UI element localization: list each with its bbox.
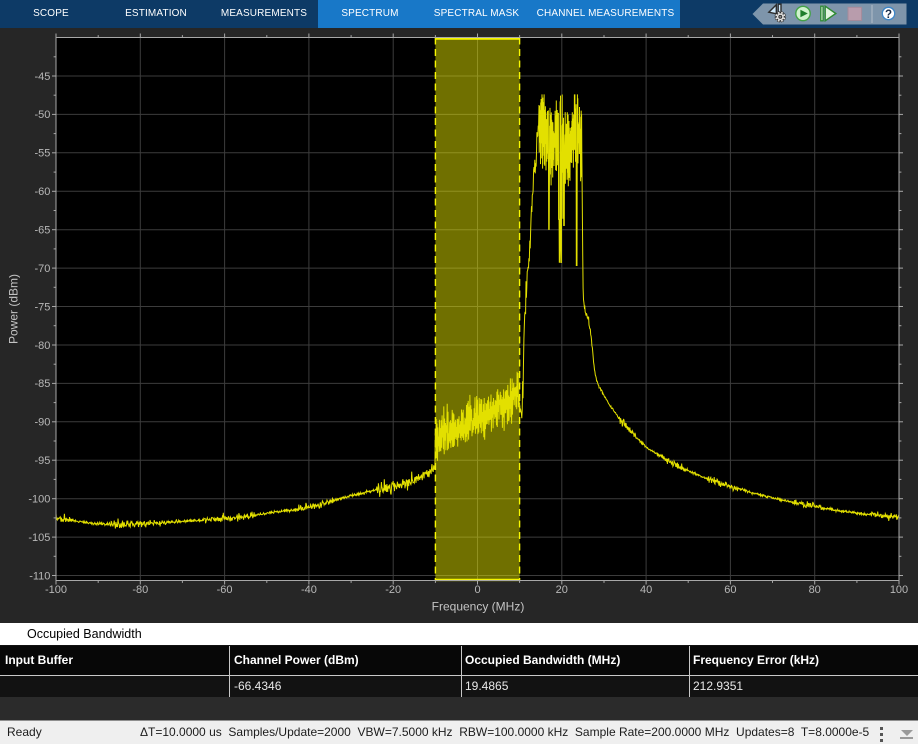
svg-text:Frequency (MHz): Frequency (MHz) [432, 600, 525, 614]
svg-text:-70: -70 [34, 263, 50, 275]
svg-text:0: 0 [474, 584, 480, 596]
svg-text:-80: -80 [132, 584, 148, 596]
svg-text:-60: -60 [34, 186, 50, 198]
svg-text:-85: -85 [34, 378, 50, 390]
svg-text:-75: -75 [34, 301, 50, 313]
svg-text:40: 40 [640, 584, 652, 596]
svg-text:-55: -55 [34, 148, 50, 160]
svg-text:-50: -50 [34, 109, 50, 121]
svg-text:Power (dBm): Power (dBm) [7, 274, 21, 344]
svg-text:-110: -110 [29, 570, 50, 582]
svg-text:-45: -45 [34, 71, 50, 83]
svg-text:20: 20 [556, 584, 568, 596]
svg-text:-60: -60 [217, 584, 233, 596]
svg-text:-95: -95 [34, 455, 50, 467]
svg-text:80: 80 [809, 584, 821, 596]
svg-text:-80: -80 [34, 340, 50, 352]
svg-text:-90: -90 [34, 417, 50, 429]
svg-text:-40: -40 [301, 584, 317, 596]
svg-text:60: 60 [724, 584, 736, 596]
svg-text:-20: -20 [385, 584, 401, 596]
svg-text:100: 100 [890, 584, 908, 596]
svg-text:-105: -105 [28, 532, 50, 544]
svg-text:-100: -100 [28, 494, 50, 506]
svg-text:-65: -65 [34, 225, 50, 237]
svg-text:?: ? [885, 9, 892, 21]
svg-text:-100: -100 [45, 584, 67, 596]
